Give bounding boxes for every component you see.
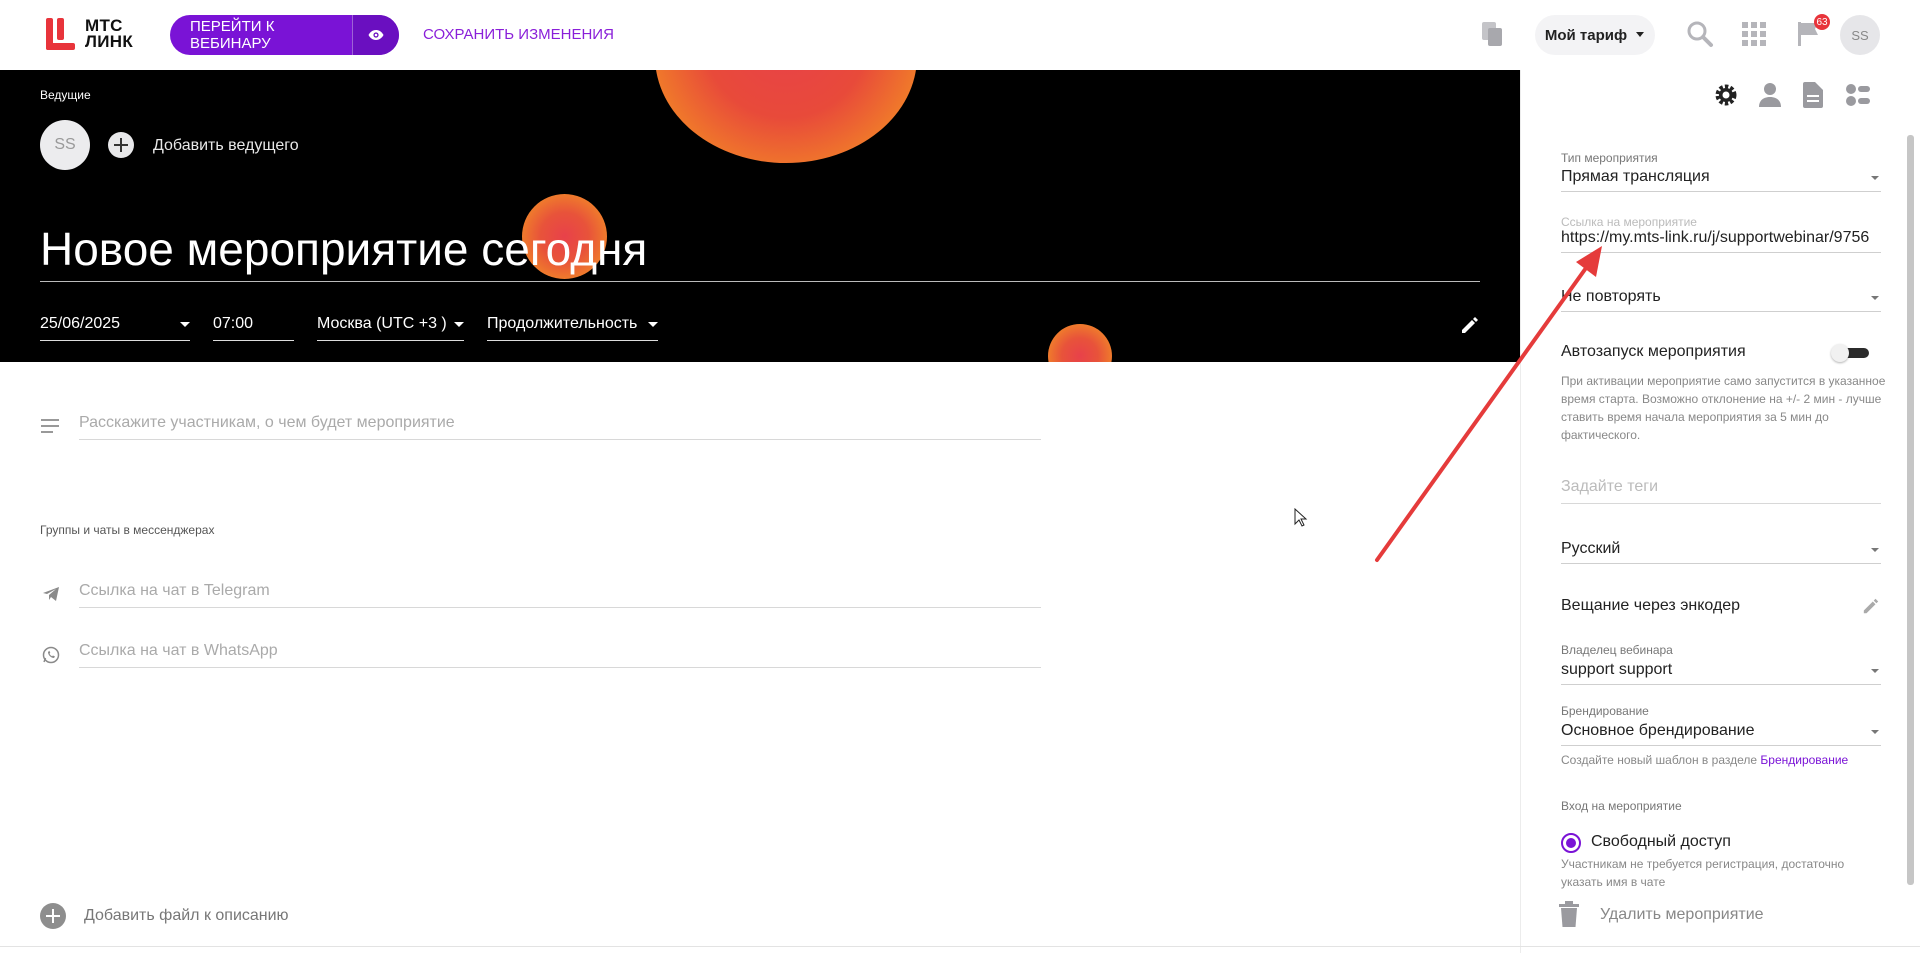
go-to-webinar-button[interactable]: ПЕРЕЙТИ К ВЕБИНАРУ — [170, 15, 399, 55]
time-input[interactable]: 07:00 — [213, 315, 294, 341]
repeat-select[interactable]: Не повторять — [1561, 288, 1881, 312]
add-host-link[interactable]: Добавить ведущего — [153, 137, 299, 155]
owner-label: Владелец вебинара — [1561, 643, 1673, 657]
delete-event-link[interactable]: Удалить мероприятие — [1600, 906, 1764, 924]
event-type-label: Тип мероприятия — [1561, 151, 1658, 165]
free-access-label[interactable]: Свободный доступ — [1591, 833, 1731, 851]
language-value: Русский — [1561, 540, 1621, 557]
branding-hint: Создайте новый шаблон в разделе Брендиро… — [1561, 751, 1891, 769]
mouse-cursor-icon — [1294, 507, 1308, 533]
branding-value: Основное брендирование — [1561, 722, 1755, 739]
search-icon[interactable] — [1686, 20, 1714, 53]
autostart-hint: При активации мероприятие само запуститс… — [1561, 374, 1886, 442]
logo-mark-icon — [46, 18, 75, 50]
language-select[interactable]: Русский — [1561, 540, 1881, 564]
date-value: 25/06/2025 — [40, 315, 121, 332]
owner-caret-icon — [1871, 669, 1879, 673]
logo-text: МТС ЛИНК — [85, 16, 133, 51]
description-placeholder: Расскажите участникам, о чем будет мероп… — [79, 414, 455, 431]
event-title-input[interactable]: Новое мероприятие сегодня — [40, 222, 647, 276]
top-header: МТС ЛИНК ПЕРЕЙТИ К ВЕБИНАРУ СОХРАНИТЬ ИЗ… — [0, 0, 1920, 70]
duration-value: Продолжительность — [487, 315, 638, 332]
timezone-caret-icon — [454, 322, 464, 327]
repeat-caret-icon — [1871, 296, 1879, 300]
language-caret-icon — [1871, 548, 1879, 552]
branding-label: Брендирование — [1561, 704, 1649, 718]
access-label: Вход на мероприятие — [1561, 799, 1682, 813]
event-type-select[interactable]: Прямая трансляция — [1561, 168, 1881, 192]
chevron-down-icon — [1636, 32, 1645, 37]
branding-link[interactable]: Брендирование — [1760, 753, 1848, 767]
timezone-select[interactable]: Москва (UTC +3 ) — [317, 315, 464, 341]
duration-caret-icon — [648, 322, 658, 327]
tags-placeholder: Задайте теги — [1561, 478, 1659, 495]
participant-person-icon[interactable] — [1758, 82, 1782, 113]
settings-gear-icon[interactable] — [1713, 82, 1739, 113]
telegram-input[interactable]: Ссылка на чат в Telegram — [79, 582, 1041, 608]
duration-select[interactable]: Продолжительность — [487, 315, 658, 341]
user-avatar[interactable]: SS — [1840, 15, 1880, 55]
description-input[interactable]: Расскажите участникам, о чем будет мероп… — [79, 414, 1041, 440]
branding-select[interactable]: Основное брендирование — [1561, 722, 1881, 746]
preview-eye-icon[interactable] — [352, 15, 399, 55]
decorative-circle-large — [655, 70, 917, 163]
mts-link-logo[interactable]: МТС ЛИНК — [46, 16, 133, 51]
trash-icon[interactable] — [1557, 900, 1581, 933]
autostart-toggle[interactable] — [1831, 344, 1871, 362]
title-underline — [40, 281, 1480, 282]
messenger-groups-label: Группы и чаты в мессенджерах — [40, 523, 215, 537]
whatsapp-placeholder: Ссылка на чат в WhatsApp — [79, 642, 278, 659]
date-picker[interactable]: 25/06/2025 — [40, 315, 190, 341]
hosts-label: Ведущие — [40, 88, 91, 102]
autostart-title: Автозапуск мероприятия — [1561, 343, 1746, 360]
document-icon[interactable] — [1803, 82, 1823, 113]
notifications-badge: 63 — [1814, 14, 1830, 30]
repeat-value: Не повторять — [1561, 288, 1661, 305]
owner-value: support support — [1561, 661, 1673, 678]
add-file-link[interactable]: Добавить файл к описанию — [84, 907, 289, 925]
edit-banner-pencil-icon[interactable] — [1460, 315, 1480, 340]
event-link-field[interactable]: https://my.mts-link.ru/j/supportwebinar/… — [1561, 229, 1881, 253]
event-link-label: Ссылка на мероприятие — [1561, 215, 1697, 229]
event-type-value: Прямая трансляция — [1561, 168, 1710, 185]
apps-grid-icon[interactable] — [1742, 22, 1766, 51]
tariff-label: Мой тариф — [1544, 26, 1628, 44]
autostart-toggle-knob — [1831, 344, 1849, 362]
panel-scrollbar[interactable] — [1907, 135, 1914, 885]
copy-icon[interactable] — [1480, 20, 1504, 53]
event-type-caret-icon — [1871, 176, 1879, 180]
go-to-webinar-label: ПЕРЕЙТИ К ВЕБИНАРУ — [190, 18, 275, 52]
telegram-placeholder: Ссылка на чат в Telegram — [79, 582, 270, 599]
telegram-icon — [42, 586, 60, 607]
tags-input[interactable]: Задайте теги — [1561, 478, 1881, 504]
description-lines-icon — [41, 418, 61, 439]
branding-hint-text: Создайте новый шаблон в разделе — [1561, 753, 1758, 767]
encoder-edit-pencil-icon[interactable] — [1862, 597, 1880, 620]
free-access-hint: Участникам не требуется регистрация, дос… — [1561, 857, 1845, 889]
event-link-value: https://my.mts-link.ru/j/supportwebinar/… — [1561, 229, 1870, 246]
branding-caret-icon — [1871, 730, 1879, 734]
free-access-radio[interactable] — [1561, 833, 1581, 853]
whatsapp-input[interactable]: Ссылка на чат в WhatsApp — [79, 642, 1041, 668]
whatsapp-icon — [42, 646, 60, 669]
date-caret-icon — [180, 322, 190, 327]
layout-settings-icon[interactable] — [1846, 82, 1872, 113]
save-changes-link[interactable]: СОХРАНИТЬ ИЗМЕНЕНИЯ — [423, 26, 614, 43]
my-tariff-dropdown[interactable]: Мой тариф — [1535, 15, 1655, 55]
free-access-radio-dot — [1566, 838, 1576, 848]
encoder-title: Вещание через энкодер — [1561, 597, 1741, 614]
host-avatar[interactable]: SS — [40, 120, 90, 170]
bottom-divider — [0, 946, 1920, 947]
add-file-plus-icon[interactable] — [40, 903, 66, 929]
time-value: 07:00 — [213, 315, 254, 332]
add-host-plus-icon[interactable] — [108, 132, 134, 158]
timezone-value: Москва (UTC +3 ) — [317, 315, 447, 332]
decorative-circle-small — [1048, 324, 1112, 362]
owner-select[interactable]: support support — [1561, 661, 1881, 685]
settings-panel — [1520, 70, 1920, 953]
